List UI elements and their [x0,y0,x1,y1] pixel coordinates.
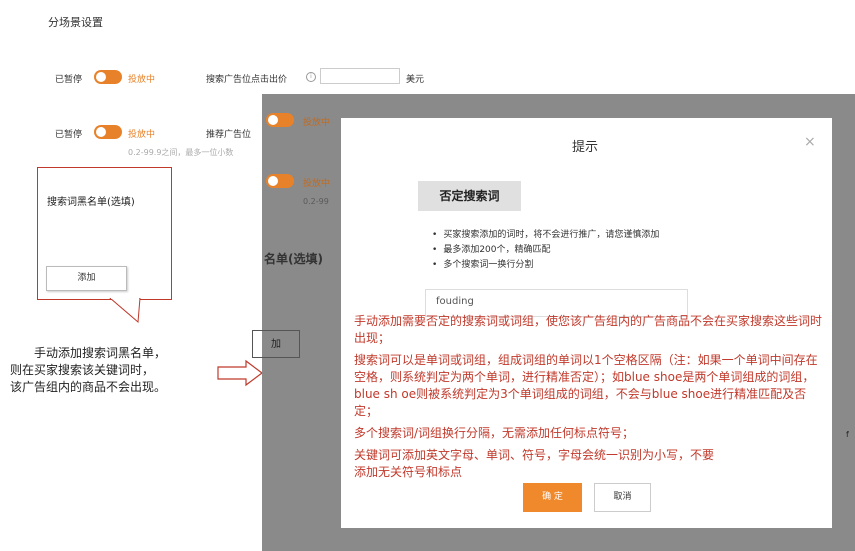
rules-list: 买家搜索添加的词时，将不会进行推广，请您谨慎添加 最多添加200个，精确匹配 多… [432,228,659,273]
rule-item: 多个搜索词一换行分割 [432,258,659,273]
modal-title: 提示 [572,140,599,155]
bg-edge-text: f [846,430,849,439]
explanation-paragraph: 多个搜索词/词组换行分隔，无需添加任何标点符号； [354,426,635,440]
bid-input[interactable] [320,68,400,84]
row1-unit: 美元 [406,75,425,85]
explanation-text: 手动添加需要否定的搜索词或词组，使您该广告组内的广告商品不会在买家搜索这些词时出… [354,313,824,486]
row1-field-label: 搜索广告位点击出价 [206,75,288,85]
row1-toggle-text: 投放中 [128,75,156,85]
row2-toggle-text: 投放中 [128,130,156,140]
bg-blacklist-label: 名单(选填) [264,252,323,266]
add-blacklist-button[interactable]: 添加 [46,266,127,291]
close-icon[interactable]: × [804,134,816,150]
cancel-button[interactable]: 取消 [594,483,651,512]
row1-toggle[interactable] [94,70,122,84]
bg-toggle [266,174,294,188]
blacklist-label: 搜索词黑名单(选填) [47,197,135,208]
row2-status-label: 已暂停 [55,130,83,140]
row2-toggle[interactable] [94,125,122,139]
bg-hint: 0.2-99 [303,197,329,206]
annotation-text: 手动添加搜索词黑名单， 则在买家搜索该关键词时， 该广告组内的商品不会出现。 [10,345,210,396]
negative-keyword-tab[interactable]: 否定搜索词 [418,181,521,211]
row2-field-label: 推荐广告位 [206,130,252,140]
callout-pointer [109,298,141,324]
bg-add-button: 加 [252,330,300,358]
row1-status-label: 已暂停 [55,75,83,85]
explanation-paragraph: 搜索词可以是单词或词组，组成词组的单词以1个空格区隔（注：如果一个单词中间存在空… [354,353,818,418]
annotation-line: 则在买家搜索该关键词时， [10,363,155,377]
info-icon: i [306,72,316,82]
rule-item: 买家搜索添加的词时，将不会进行推广，请您谨慎添加 [432,228,659,243]
confirm-button[interactable]: 确 定 [523,483,582,512]
bg-toggle-text: 投放中 [303,118,331,128]
annotation-line: 手动添加搜索词黑名单， [34,346,167,360]
rule-item: 最多添加200个，精确匹配 [432,243,659,258]
row2-hint: 0.2-99.9之间，最多一位小数 [128,148,234,157]
section-title: 分场景设置 [48,16,103,29]
right-arrow-icon [217,359,263,387]
explanation-paragraph: 手动添加需要否定的搜索词或词组，使您该广告组内的广告商品不会在买家搜索这些词时出… [354,314,823,345]
explanation-paragraph: 关键词可添加英文字母、单词、符号，字母会统一识别为小写，不要添加无关符号和标点 [354,448,715,479]
bg-toggle-text: 投放中 [303,179,331,189]
annotation-line: 该广告组内的商品不会出现。 [10,380,167,394]
bg-toggle [266,113,294,127]
